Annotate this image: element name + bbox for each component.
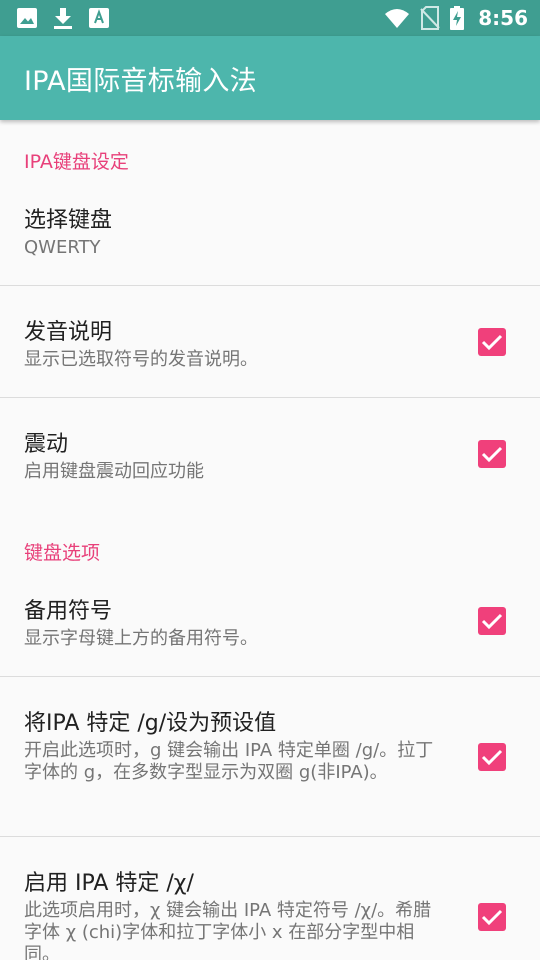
pronunciation-checkbox[interactable] xyxy=(478,328,506,356)
pref-summary: 显示字母键上方的备用符号。 xyxy=(24,628,258,649)
alternate-symbols-checkbox[interactable] xyxy=(478,607,506,635)
pref-title: 启用 IPA 特定 /χ/ xyxy=(24,871,194,896)
pref-summary: 启用键盘震动回应功能 xyxy=(24,461,204,482)
download-icon xyxy=(52,6,74,30)
pref-summary: QWERTY xyxy=(24,237,101,258)
vibration-checkbox[interactable] xyxy=(478,440,506,468)
pref-title: 发音说明 xyxy=(24,320,113,345)
check-icon xyxy=(481,334,503,351)
no-sim-icon xyxy=(420,6,440,30)
status-left-icons xyxy=(16,6,110,30)
pref-title: 备用符号 xyxy=(24,599,113,624)
check-icon xyxy=(481,909,503,926)
pref-summary: 显示已选取符号的发音说明。 xyxy=(24,349,258,370)
check-icon xyxy=(481,613,503,630)
check-icon xyxy=(481,749,503,766)
wifi-icon xyxy=(384,7,410,29)
pref-ipa-chi[interactable]: 启用 IPA 特定 /χ/ 此选项启用时，χ 键会输出 IPA 特定符号 /χ/… xyxy=(0,837,540,960)
section-header-ipa-keyboard: IPA键盘设定 xyxy=(24,151,129,173)
pref-pronunciation[interactable]: 发音说明 显示已选取符号的发音说明。 xyxy=(0,286,540,398)
image-icon xyxy=(16,7,38,29)
pref-summary: 开启此选项时，g 键会输出 IPA 特定单圈 /g/。拉丁字体的 g，在多数字型… xyxy=(24,740,434,783)
battery-charging-icon xyxy=(450,6,465,30)
pref-title: 选择键盘 xyxy=(24,208,113,233)
pref-alternate-symbols[interactable]: 备用符号 显示字母键上方的备用符号。 xyxy=(0,565,540,677)
ipa-g-checkbox[interactable] xyxy=(478,743,506,771)
app-title: IPA国际音标输入法 xyxy=(24,65,257,97)
status-time: 8:56 xyxy=(478,6,528,30)
pref-ipa-g-default[interactable]: 将IPA 特定 /g/设为预设值 开启此选项时，g 键会输出 IPA 特定单圈 … xyxy=(0,677,540,837)
check-icon xyxy=(481,446,503,463)
status-right-icons: 8:56 xyxy=(384,6,528,30)
settings-list[interactable]: IPA键盘设定 选择键盘 QWERTY 发音说明 显示已选取符号的发音说明。 震… xyxy=(0,120,540,960)
pref-summary: 此选项启用时，χ 键会输出 IPA 特定符号 /χ/。希腊字体 χ (chi)字… xyxy=(24,900,432,960)
pref-select-keyboard[interactable]: 选择键盘 QWERTY xyxy=(0,174,540,286)
pref-title: 将IPA 特定 /g/设为预设值 xyxy=(24,711,277,736)
pref-vibration[interactable]: 震动 启用键盘震动回应功能 xyxy=(0,398,540,510)
font-a-icon xyxy=(88,7,110,29)
status-bar: 8:56 xyxy=(0,0,540,36)
app-bar: IPA国际音标输入法 xyxy=(0,36,540,120)
pref-title: 震动 xyxy=(24,432,69,457)
ipa-chi-checkbox[interactable] xyxy=(478,903,506,931)
section-header-keyboard-options: 键盘选项 xyxy=(24,542,101,564)
